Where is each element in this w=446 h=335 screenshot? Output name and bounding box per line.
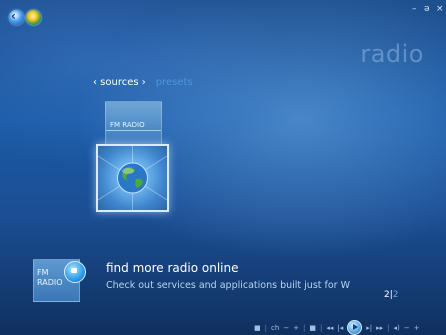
back-button[interactable]: ‹ (9, 9, 24, 25)
fm-radio-tile-label: FM RADIO (110, 121, 145, 129)
minimize-button[interactable]: – (412, 4, 417, 14)
rewind-icon[interactable]: ◂◂ (326, 324, 333, 332)
promo-icon-line2: RADIO (37, 278, 63, 287)
record-icon[interactable]: ■ (309, 324, 316, 332)
volume-down-button[interactable]: − (404, 324, 410, 332)
fast-forward-icon[interactable]: ▸▸ (376, 324, 383, 332)
close-button[interactable]: × (436, 4, 444, 14)
stop-icon[interactable]: ■ (254, 324, 261, 332)
promo-title[interactable]: find more radio online (106, 261, 239, 275)
channel-label: ch (270, 323, 280, 332)
promo-description: Check out services and applications buil… (106, 280, 350, 291)
volume-icon[interactable]: ◂) (394, 324, 400, 332)
page-indicator: 2|2 (384, 290, 399, 300)
radio-wave-icon (106, 130, 161, 135)
transport-controls: ■ | ch − + | ■ | ◂◂ |◂ ▸| ▸▸ | ◂) − + (254, 320, 420, 335)
back-icon: ‹ (11, 9, 16, 23)
play-icon[interactable] (347, 320, 363, 335)
internet-radio-tile[interactable] (96, 144, 169, 212)
start-orb-icon[interactable] (26, 10, 41, 25)
skip-back-icon[interactable]: |◂ (337, 324, 343, 332)
restore-button[interactable]: ə (424, 4, 430, 14)
channel-down-button[interactable]: − (283, 324, 289, 332)
info-bubble-icon (64, 261, 86, 283)
channel-up-button[interactable]: + (293, 324, 299, 332)
page-watermark: radio (360, 40, 424, 68)
promo-icon-line1: FM (37, 268, 49, 277)
nav-presets[interactable]: presets (156, 77, 193, 88)
globe-icon (98, 146, 167, 210)
volume-up-button[interactable]: + (414, 324, 420, 332)
skip-forward-icon[interactable]: ▸| (366, 324, 372, 332)
category-nav: ‹ sources › presets (93, 77, 193, 88)
page-total: 2 (392, 290, 399, 300)
nav-sources[interactable]: ‹ sources › (93, 77, 146, 88)
fm-radio-tile[interactable]: FM RADIO (105, 101, 162, 145)
